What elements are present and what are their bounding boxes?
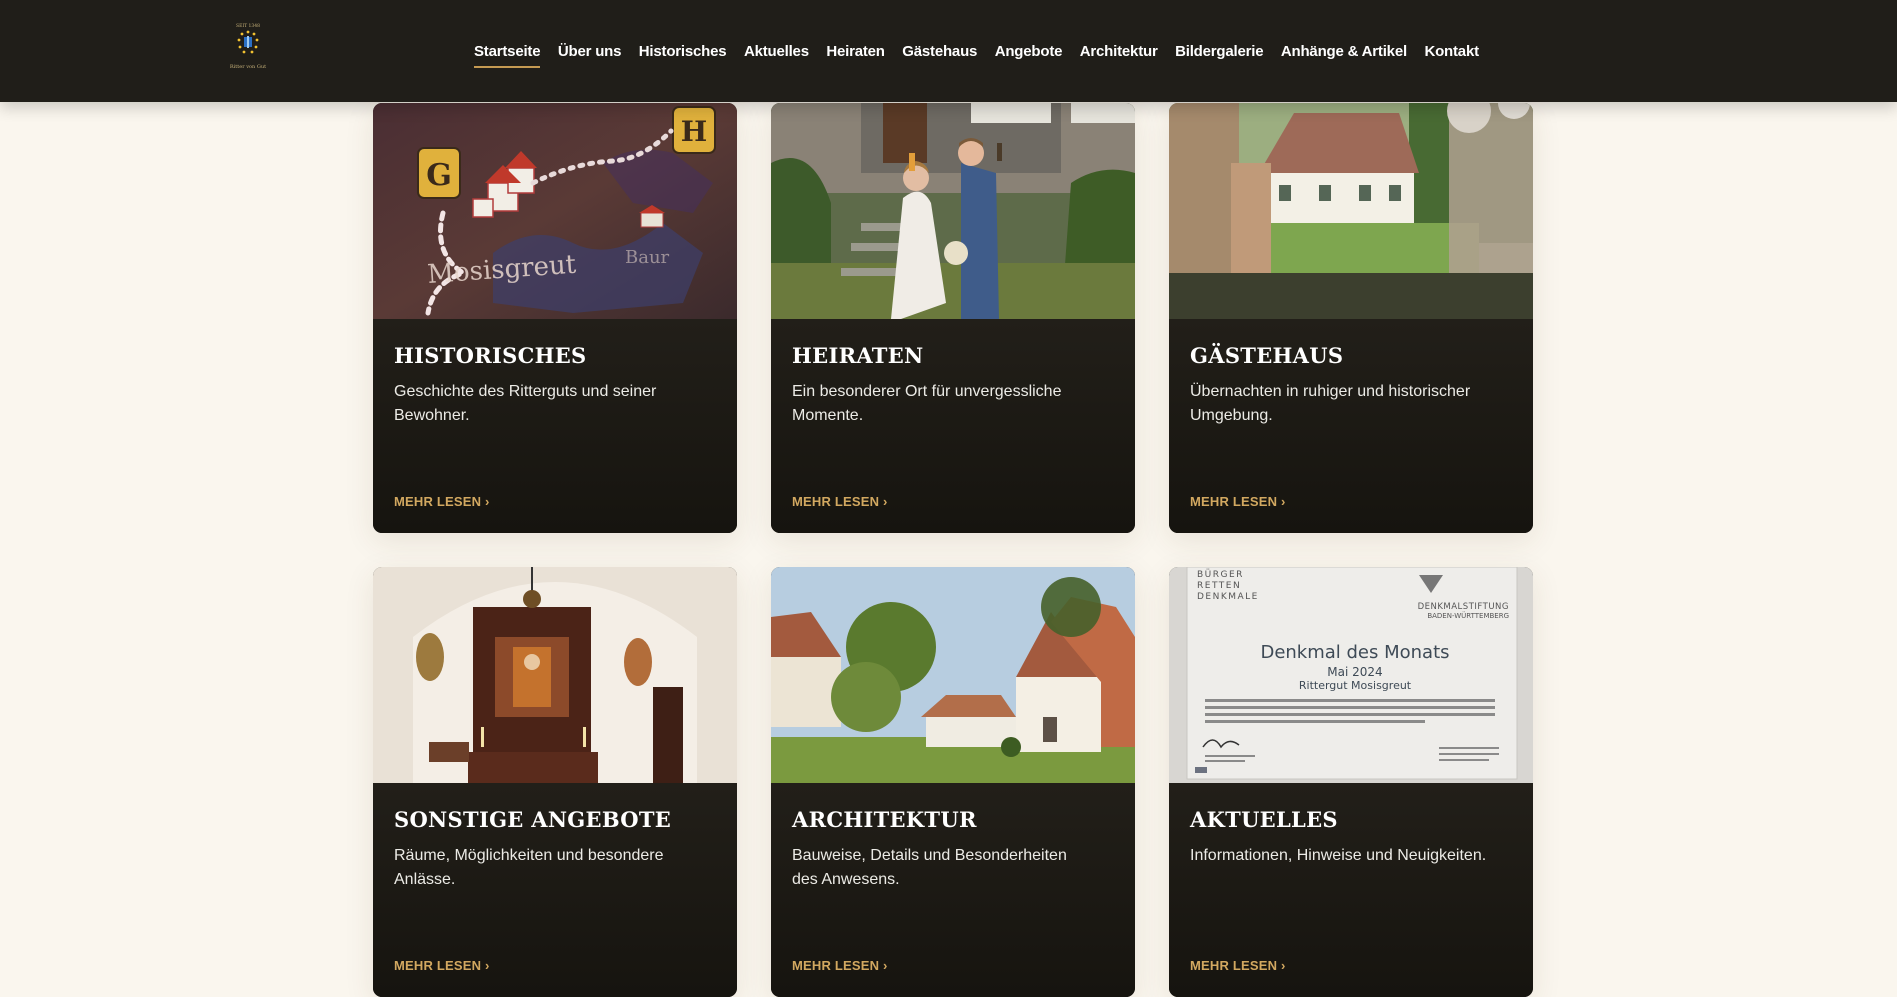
card-title[interactable]: SONSTIGE ANGEBOTE	[394, 783, 716, 832]
svg-text:BADEN-WÜRTTEMBERG: BADEN-WÜRTTEMBERG	[1427, 611, 1509, 620]
card-gaestehaus[interactable]: GÄSTEHAUS Übernachten in ruhiger und his…	[1169, 103, 1533, 533]
read-more-link[interactable]: MEHR LESEN ›	[1190, 494, 1286, 509]
card-description: Übernachten in ruhiger und historischer …	[1190, 383, 1471, 424]
card-description: Ein besonderer Ort für unvergessliche Mo…	[792, 383, 1062, 424]
card-image-certificate[interactable]: BÜRGER RETTEN DENKMALE DENKMALSTIFTUNG B…	[1169, 567, 1533, 783]
nav-gaestehaus[interactable]: Gästehaus	[902, 43, 977, 60]
card-title[interactable]: AKTUELLES	[1190, 783, 1512, 832]
nav-heiraten[interactable]: Heiraten	[826, 43, 885, 60]
nav-startseite[interactable]: Startseite	[474, 43, 541, 68]
svg-text:DENKMALSTIFTUNG: DENKMALSTIFTUNG	[1418, 602, 1509, 612]
card-description: Geschichte des Ritterguts und seiner Bew…	[394, 383, 657, 424]
eu-stars-logo-icon: SEIT 1348	[236, 23, 260, 54]
card-sonstige-angebote[interactable]: SONSTIGE ANGEBOTE Räume, Möglichkeiten u…	[373, 567, 737, 997]
nav-angebote[interactable]: Angebote	[995, 43, 1063, 60]
read-more-link[interactable]: MEHR LESEN ›	[394, 958, 490, 973]
card-image-historic-map[interactable]: G H Mosisgreut Baur	[373, 103, 737, 319]
svg-text:Baur: Baur	[625, 247, 670, 268]
svg-text:DENKMALE: DENKMALE	[1197, 592, 1259, 602]
svg-text:Mai 2024: Mai 2024	[1327, 665, 1382, 679]
read-more-link[interactable]: MEHR LESEN ›	[792, 958, 888, 973]
card-description: Bauweise, Details und Besonderheiten des…	[792, 847, 1067, 888]
nav-historisches[interactable]: Historisches	[639, 43, 727, 60]
read-more-link[interactable]: MEHR LESEN ›	[792, 494, 888, 509]
nav-ueber-uns[interactable]: Über uns	[558, 43, 622, 60]
card-description: Räume, Möglichkeiten und besondere Anläs…	[394, 847, 664, 888]
card-title[interactable]: HISTORISCHES	[394, 319, 716, 368]
nav-anhaenge-artikel[interactable]: Anhänge & Artikel	[1281, 43, 1407, 60]
card-image-estate-buildings[interactable]	[771, 567, 1135, 783]
card-heiraten[interactable]: HEIRATEN Ein besonderer Ort für unverges…	[771, 103, 1135, 533]
card-image-wedding-couple[interactable]	[771, 103, 1135, 319]
nav-bildergalerie[interactable]: Bildergalerie	[1175, 43, 1263, 60]
card-title[interactable]: HEIRATEN	[792, 319, 1114, 368]
card-architektur[interactable]: ARCHITEKTUR Bauweise, Details und Besond…	[771, 567, 1135, 997]
card-historisches[interactable]: G H Mosisgreut Baur HISTORISCHES Geschic…	[373, 103, 737, 533]
card-title[interactable]: ARCHITEKTUR	[792, 783, 1114, 832]
svg-text:G: G	[426, 158, 452, 193]
logo-bottom-text: Ritter von Gut	[229, 64, 267, 70]
read-more-link[interactable]: MEHR LESEN ›	[394, 494, 490, 509]
svg-text:Denkmal des Monats: Denkmal des Monats	[1260, 642, 1449, 663]
card-image-guesthouse[interactable]	[1169, 103, 1533, 319]
read-more-link[interactable]: MEHR LESEN ›	[1190, 958, 1286, 973]
card-aktuelles[interactable]: BÜRGER RETTEN DENKMALE DENKMALSTIFTUNG B…	[1169, 567, 1533, 997]
nav-aktuelles[interactable]: Aktuelles	[744, 43, 809, 60]
svg-text:H: H	[681, 115, 707, 148]
logo-top-text: SEIT 1348	[236, 23, 260, 29]
nav-kontakt[interactable]: Kontakt	[1424, 43, 1479, 60]
svg-text:Rittergut Mosisgreut: Rittergut Mosisgreut	[1299, 679, 1412, 692]
main-navigation: Startseite Über uns Historisches Aktuell…	[474, 0, 1496, 102]
nav-architektur[interactable]: Architektur	[1080, 43, 1158, 60]
site-header: SEIT 1348 Ritter von Gut Startseite Über…	[0, 0, 1897, 102]
card-title[interactable]: GÄSTEHAUS	[1190, 319, 1512, 368]
svg-text:RETTEN: RETTEN	[1197, 581, 1241, 591]
svg-text:BÜRGER: BÜRGER	[1197, 569, 1244, 580]
site-logo[interactable]: SEIT 1348 Ritter von Gut	[228, 20, 268, 74]
card-image-chapel-altar[interactable]	[373, 567, 737, 783]
card-description: Informationen, Hinweise und Neuigkeiten.	[1190, 847, 1487, 864]
